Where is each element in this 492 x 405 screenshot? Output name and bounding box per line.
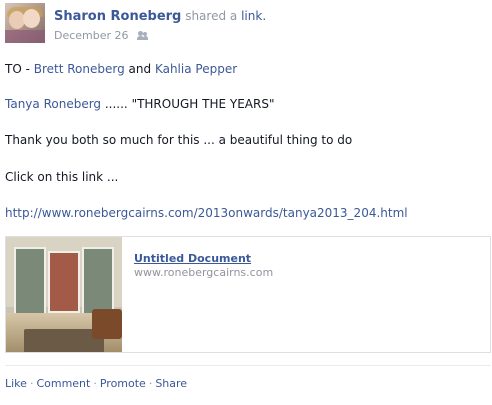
message-line-title: Tanya Roneberg ...... "THROUGH THE YEARS… xyxy=(5,97,274,111)
share-link[interactable]: Share xyxy=(155,377,187,390)
shared-link-card[interactable]: Untitled Document www.ronebergcairns.com xyxy=(5,236,491,353)
author-name-link[interactable]: Sharon Roneberg xyxy=(54,9,181,24)
message-title-text: ...... "THROUGH THE YEARS" xyxy=(101,97,275,111)
separator: · xyxy=(148,377,153,390)
message-line-click: Click on this link ... xyxy=(5,170,119,184)
recipient-link-kahlia[interactable]: Kahlia Pepper xyxy=(155,62,237,76)
post-header: Sharon Roneberg shared a link. December … xyxy=(5,3,485,47)
message-conjunction: and xyxy=(124,62,155,76)
message-line-url: http://www.ronebergcairns.com/2013onward… xyxy=(5,206,408,220)
promote-link[interactable]: Promote xyxy=(100,377,146,390)
link-thumbnail[interactable] xyxy=(6,237,122,352)
separator: · xyxy=(93,377,97,390)
post-date[interactable]: December 26 xyxy=(54,29,129,42)
comment-link[interactable]: Comment xyxy=(36,377,90,390)
post-actions: Like · Comment · Promote · Share xyxy=(5,377,187,390)
tagged-link-tanya[interactable]: Tanya Roneberg xyxy=(5,97,101,111)
message-line-thanks: Thank you both so much for this ... a be… xyxy=(5,133,353,147)
message-prefix: TO - xyxy=(5,62,34,76)
avatar-face-right xyxy=(23,9,40,28)
separator: · xyxy=(29,377,34,390)
message-url-link[interactable]: http://www.ronebergcairns.com/2013onward… xyxy=(5,206,408,220)
link-title[interactable]: Untitled Document xyxy=(134,252,251,265)
avatar-shirt xyxy=(5,30,45,43)
like-link[interactable]: Like xyxy=(5,377,27,390)
author-line: Sharon Roneberg shared a link. xyxy=(54,9,266,24)
actions-divider xyxy=(5,365,491,366)
action-text: shared a xyxy=(185,9,238,23)
recipient-link-brett[interactable]: Brett Roneberg xyxy=(34,62,125,76)
shared-link-link[interactable]: link. xyxy=(241,9,266,23)
author-avatar[interactable] xyxy=(5,3,45,43)
post-meta: December 26 xyxy=(54,29,149,42)
friends-icon[interactable] xyxy=(137,31,149,40)
message-line-recipients: TO - Brett Roneberg and Kahlia Pepper xyxy=(5,62,237,76)
link-domain: www.ronebergcairns.com xyxy=(134,266,274,279)
